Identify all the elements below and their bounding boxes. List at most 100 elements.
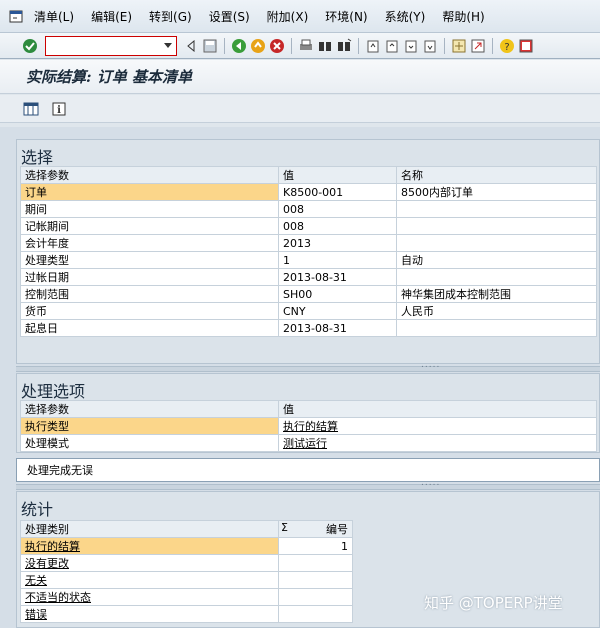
menu-list[interactable]: 清单(L) xyxy=(34,8,74,25)
sum-icon: Σ xyxy=(281,521,288,534)
name-cell: 神华集团成本控制范围 xyxy=(396,285,597,303)
table-row[interactable]: 会计年度 2013 xyxy=(20,234,597,252)
category-link[interactable]: 执行的结算 xyxy=(20,537,279,555)
svg-text:?: ? xyxy=(504,42,509,53)
command-field[interactable] xyxy=(45,35,177,56)
shortcut-icon[interactable] xyxy=(470,38,486,54)
menu-goto[interactable]: 转到(G) xyxy=(149,8,192,25)
value-link[interactable]: 执行的结算 xyxy=(278,417,597,435)
column-header: 值 xyxy=(278,400,597,418)
print-icon[interactable] xyxy=(298,38,314,54)
table-row[interactable]: 过帐日期 2013-08-31 xyxy=(20,268,597,286)
exit-icon[interactable] xyxy=(250,38,266,54)
layout-menu-icon[interactable] xyxy=(518,38,534,54)
previous-page-icon[interactable] xyxy=(384,38,400,54)
table-row[interactable]: 不适当的状态 xyxy=(20,588,353,606)
toolbar-separator xyxy=(444,37,445,54)
cancel-icon[interactable] xyxy=(269,38,285,54)
status-message: 处理完成无误 xyxy=(16,458,600,482)
value-cell: SH00 xyxy=(278,285,397,303)
value-cell: 008 xyxy=(278,217,397,235)
table-row[interactable]: 期间 008 xyxy=(20,200,597,218)
category-link[interactable]: 不适当的状态 xyxy=(20,588,279,606)
value-cell: 2013-08-31 xyxy=(278,319,397,337)
value-cell: 1 xyxy=(278,251,397,269)
next-page-icon[interactable] xyxy=(403,38,419,54)
table-row[interactable]: 执行类型 执行的结算 xyxy=(20,417,597,435)
column-header: 选择参数 xyxy=(20,166,279,184)
options-table: 选择参数 值 执行类型 执行的结算 处理模式 测试运行 xyxy=(20,400,597,452)
standard-toolbar: ? xyxy=(0,33,600,59)
column-header: 值 xyxy=(278,166,397,184)
param-cell: 处理类型 xyxy=(20,251,279,269)
save-icon[interactable] xyxy=(202,38,218,54)
create-session-icon[interactable] xyxy=(451,38,467,54)
count-cell xyxy=(278,571,353,589)
toolbar-separator xyxy=(492,37,493,54)
processing-options-panel: 处理选项 选择参数 值 执行类型 执行的结算 处理模式 测试运行 xyxy=(16,373,600,453)
name-cell xyxy=(396,319,597,337)
count-cell xyxy=(278,554,353,572)
info-icon[interactable]: i xyxy=(50,100,68,118)
table-row[interactable]: 处理模式 测试运行 xyxy=(20,434,597,452)
column-header: 选择参数 xyxy=(20,400,279,418)
watermark: 知乎 @TOPERP讲堂 xyxy=(424,594,563,612)
menu-edit[interactable]: 编辑(E) xyxy=(91,8,132,25)
splitter-handle[interactable] xyxy=(16,478,600,490)
menu-bar: 清单(L) 编辑(E) 转到(G) 设置(S) 附加(X) 环境(N) 系统(Y… xyxy=(0,0,600,33)
param-cell: 期间 xyxy=(20,200,279,218)
table-row[interactable]: 控制范围 SH00 神华集团成本控制范围 xyxy=(20,285,597,303)
value-link[interactable]: 测试运行 xyxy=(278,434,597,452)
table-row[interactable]: 货币 CNY 人民币 xyxy=(20,302,597,320)
system-menu-icon[interactable] xyxy=(8,9,24,23)
menu-help[interactable]: 帮助(H) xyxy=(442,8,484,25)
options-heading: 处理选项 xyxy=(21,382,86,401)
menu-system[interactable]: 系统(Y) xyxy=(385,8,426,25)
table-row[interactable]: 记帐期间 008 xyxy=(20,217,597,235)
param-cell: 订单 xyxy=(20,183,279,201)
selection-panel: 选择 选择参数 值 名称 订单 K8500-001 8500内部订单 期间 00… xyxy=(16,139,600,364)
value-cell: 008 xyxy=(278,200,397,218)
find-next-icon[interactable] xyxy=(336,38,352,54)
value-cell: 2013 xyxy=(278,234,397,252)
value-cell: K8500-001 xyxy=(278,183,397,201)
menu-extras[interactable]: 附加(X) xyxy=(267,8,309,25)
count-column-header: Σ 编号 xyxy=(278,520,353,538)
table-row[interactable]: 处理类型 1 自动 xyxy=(20,251,597,269)
param-cell: 货币 xyxy=(20,302,279,320)
toolbar-separator xyxy=(358,37,359,54)
chevron-down-icon[interactable] xyxy=(164,42,172,48)
param-cell: 会计年度 xyxy=(20,234,279,252)
category-link[interactable]: 无关 xyxy=(20,571,279,589)
column-header: 处理类别 xyxy=(20,520,279,538)
column-header: 编号 xyxy=(326,523,348,536)
screen-title-bar: 实际结算: 订单 基本清单 xyxy=(0,60,600,94)
category-link[interactable]: 没有更改 xyxy=(20,554,279,572)
table-header: 选择参数 值 名称 xyxy=(20,166,597,184)
name-cell: 人民币 xyxy=(396,302,597,320)
table-row[interactable]: 无关 xyxy=(20,571,353,589)
find-icon[interactable] xyxy=(317,38,333,54)
menu-settings[interactable]: 设置(S) xyxy=(209,8,250,25)
back-icon[interactable] xyxy=(231,38,247,54)
param-cell: 控制范围 xyxy=(20,285,279,303)
table-row[interactable]: 错误 xyxy=(20,605,353,623)
category-link[interactable]: 错误 xyxy=(20,605,279,623)
param-cell: 记帐期间 xyxy=(20,217,279,235)
table-row[interactable]: 执行的结算 1 xyxy=(20,537,353,555)
layout-grid-icon[interactable] xyxy=(22,100,40,118)
splitter-handle[interactable] xyxy=(16,360,600,372)
table-row[interactable]: 起息日 2013-08-31 xyxy=(20,319,597,337)
menu-environment[interactable]: 环境(N) xyxy=(325,8,367,25)
selection-heading: 选择 xyxy=(21,148,54,167)
application-toolbar: i xyxy=(0,95,600,123)
name-cell: 8500内部订单 xyxy=(396,183,597,201)
first-page-icon[interactable] xyxy=(365,38,381,54)
help-icon[interactable]: ? xyxy=(499,38,515,54)
last-page-icon[interactable] xyxy=(422,38,438,54)
table-row[interactable]: 没有更改 xyxy=(20,554,353,572)
enter-checkmark-icon[interactable] xyxy=(22,38,38,54)
back-triangle-icon[interactable] xyxy=(183,38,199,54)
param-cell: 起息日 xyxy=(20,319,279,337)
table-row[interactable]: 订单 K8500-001 8500内部订单 xyxy=(20,183,597,201)
